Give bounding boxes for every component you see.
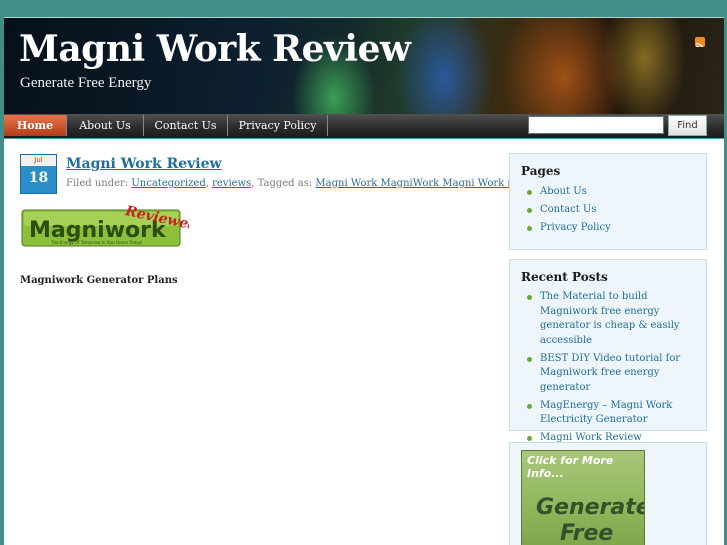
bullet-icon <box>527 190 532 195</box>
recent-posts-widget-title: Recent Posts <box>521 270 608 284</box>
pages-list: About Us Contact Us Privacy Policy <box>526 185 696 236</box>
filed-under-label: Filed under: <box>66 178 129 189</box>
nav-item-privacy-policy[interactable]: Privacy Policy <box>228 115 328 136</box>
post-date-month: Jul <box>21 155 56 166</box>
page: Magni Work Review Generate Free Energy H… <box>4 17 724 545</box>
site-header: Magni Work Review Generate Free Energy <box>4 17 724 115</box>
recent-posts-list: The Material to build Magniwork free ene… <box>526 290 696 446</box>
main-navigation: Home About Us Contact Us Privacy Policy … <box>4 114 724 139</box>
pages-item-privacy-policy[interactable]: Privacy Policy <box>526 221 696 236</box>
logo-tagline: The Energy Of Tomorrow In Your Home Toda… <box>50 240 143 245</box>
pages-item-about-us[interactable]: About Us <box>526 185 696 200</box>
nav-item-about-us[interactable]: About Us <box>67 115 144 136</box>
category-link-reviews[interactable]: reviews <box>212 178 251 189</box>
rss-icon[interactable] <box>695 37 705 47</box>
tagged-as-label: Tagged as: <box>257 178 313 189</box>
find-button[interactable]: Find <box>668 115 707 136</box>
post-date-badge: Jul 18 <box>20 154 57 194</box>
bullet-icon <box>527 295 532 300</box>
recent-post-label: The Material to build Magniwork free ene… <box>540 291 680 346</box>
post-meta: Filed under: Uncategorized, reviews, Tag… <box>66 178 542 189</box>
post-title-link[interactable]: Magni Work Review <box>66 156 222 172</box>
bullet-icon <box>527 356 532 362</box>
tag-links[interactable]: Magni Work MagniWork Magni Work review <box>315 178 541 189</box>
bullet-icon <box>527 403 532 409</box>
bullet-icon <box>527 208 532 213</box>
magniwork-reviewed-logo[interactable]: Magniwork The Energy Of Tomorrow In Your… <box>21 202 199 249</box>
search-input[interactable] <box>528 116 664 134</box>
bullet-icon <box>527 226 532 231</box>
pages-widget-title: Pages <box>521 164 561 178</box>
site-title[interactable]: Magni Work Review <box>19 28 411 70</box>
bullet-icon <box>527 436 532 441</box>
nav-item-contact-us[interactable]: Contact Us <box>144 115 228 136</box>
recent-post-item[interactable]: MagEnergy – Magni Work Electricity Gener… <box>526 399 696 428</box>
pages-widget: Pages About Us Contact Us Privacy Policy <box>509 153 707 250</box>
post-body-text: Magniwork Generator Plans <box>20 275 178 286</box>
recent-post-item[interactable]: The Material to build Magniwork free ene… <box>526 290 696 348</box>
pages-item-label: Privacy Policy <box>540 222 611 233</box>
pages-item-contact-us[interactable]: Contact Us <box>526 203 696 218</box>
nav-item-home[interactable]: Home <box>4 115 67 136</box>
pages-item-label: Contact Us <box>540 204 597 215</box>
post-date-day: 18 <box>28 170 49 186</box>
category-link-uncategorized[interactable]: Uncategorized <box>131 178 205 189</box>
banner-ad[interactable]: Click for More Info... Generate Free <box>521 450 645 545</box>
banner-line-2: Generate <box>536 495 645 520</box>
recent-post-label: MagEnergy – Magni Work Electricity Gener… <box>540 399 673 426</box>
banner-line-3: Free <box>560 521 614 545</box>
recent-post-label: BEST DIY Video tutorial for Magniwork fr… <box>540 352 681 393</box>
recent-post-item[interactable]: BEST DIY Video tutorial for Magniwork fr… <box>526 352 696 396</box>
banner-line-1: Click for More Info... <box>527 454 614 480</box>
magniwork-logo-graphic: Magniwork The Energy Of Tomorrow In Your… <box>21 203 199 247</box>
recent-posts-widget: Recent Posts The Material to build Magni… <box>509 259 707 443</box>
pages-item-label: About Us <box>540 186 587 197</box>
site-description: Generate Free Energy <box>20 75 152 91</box>
